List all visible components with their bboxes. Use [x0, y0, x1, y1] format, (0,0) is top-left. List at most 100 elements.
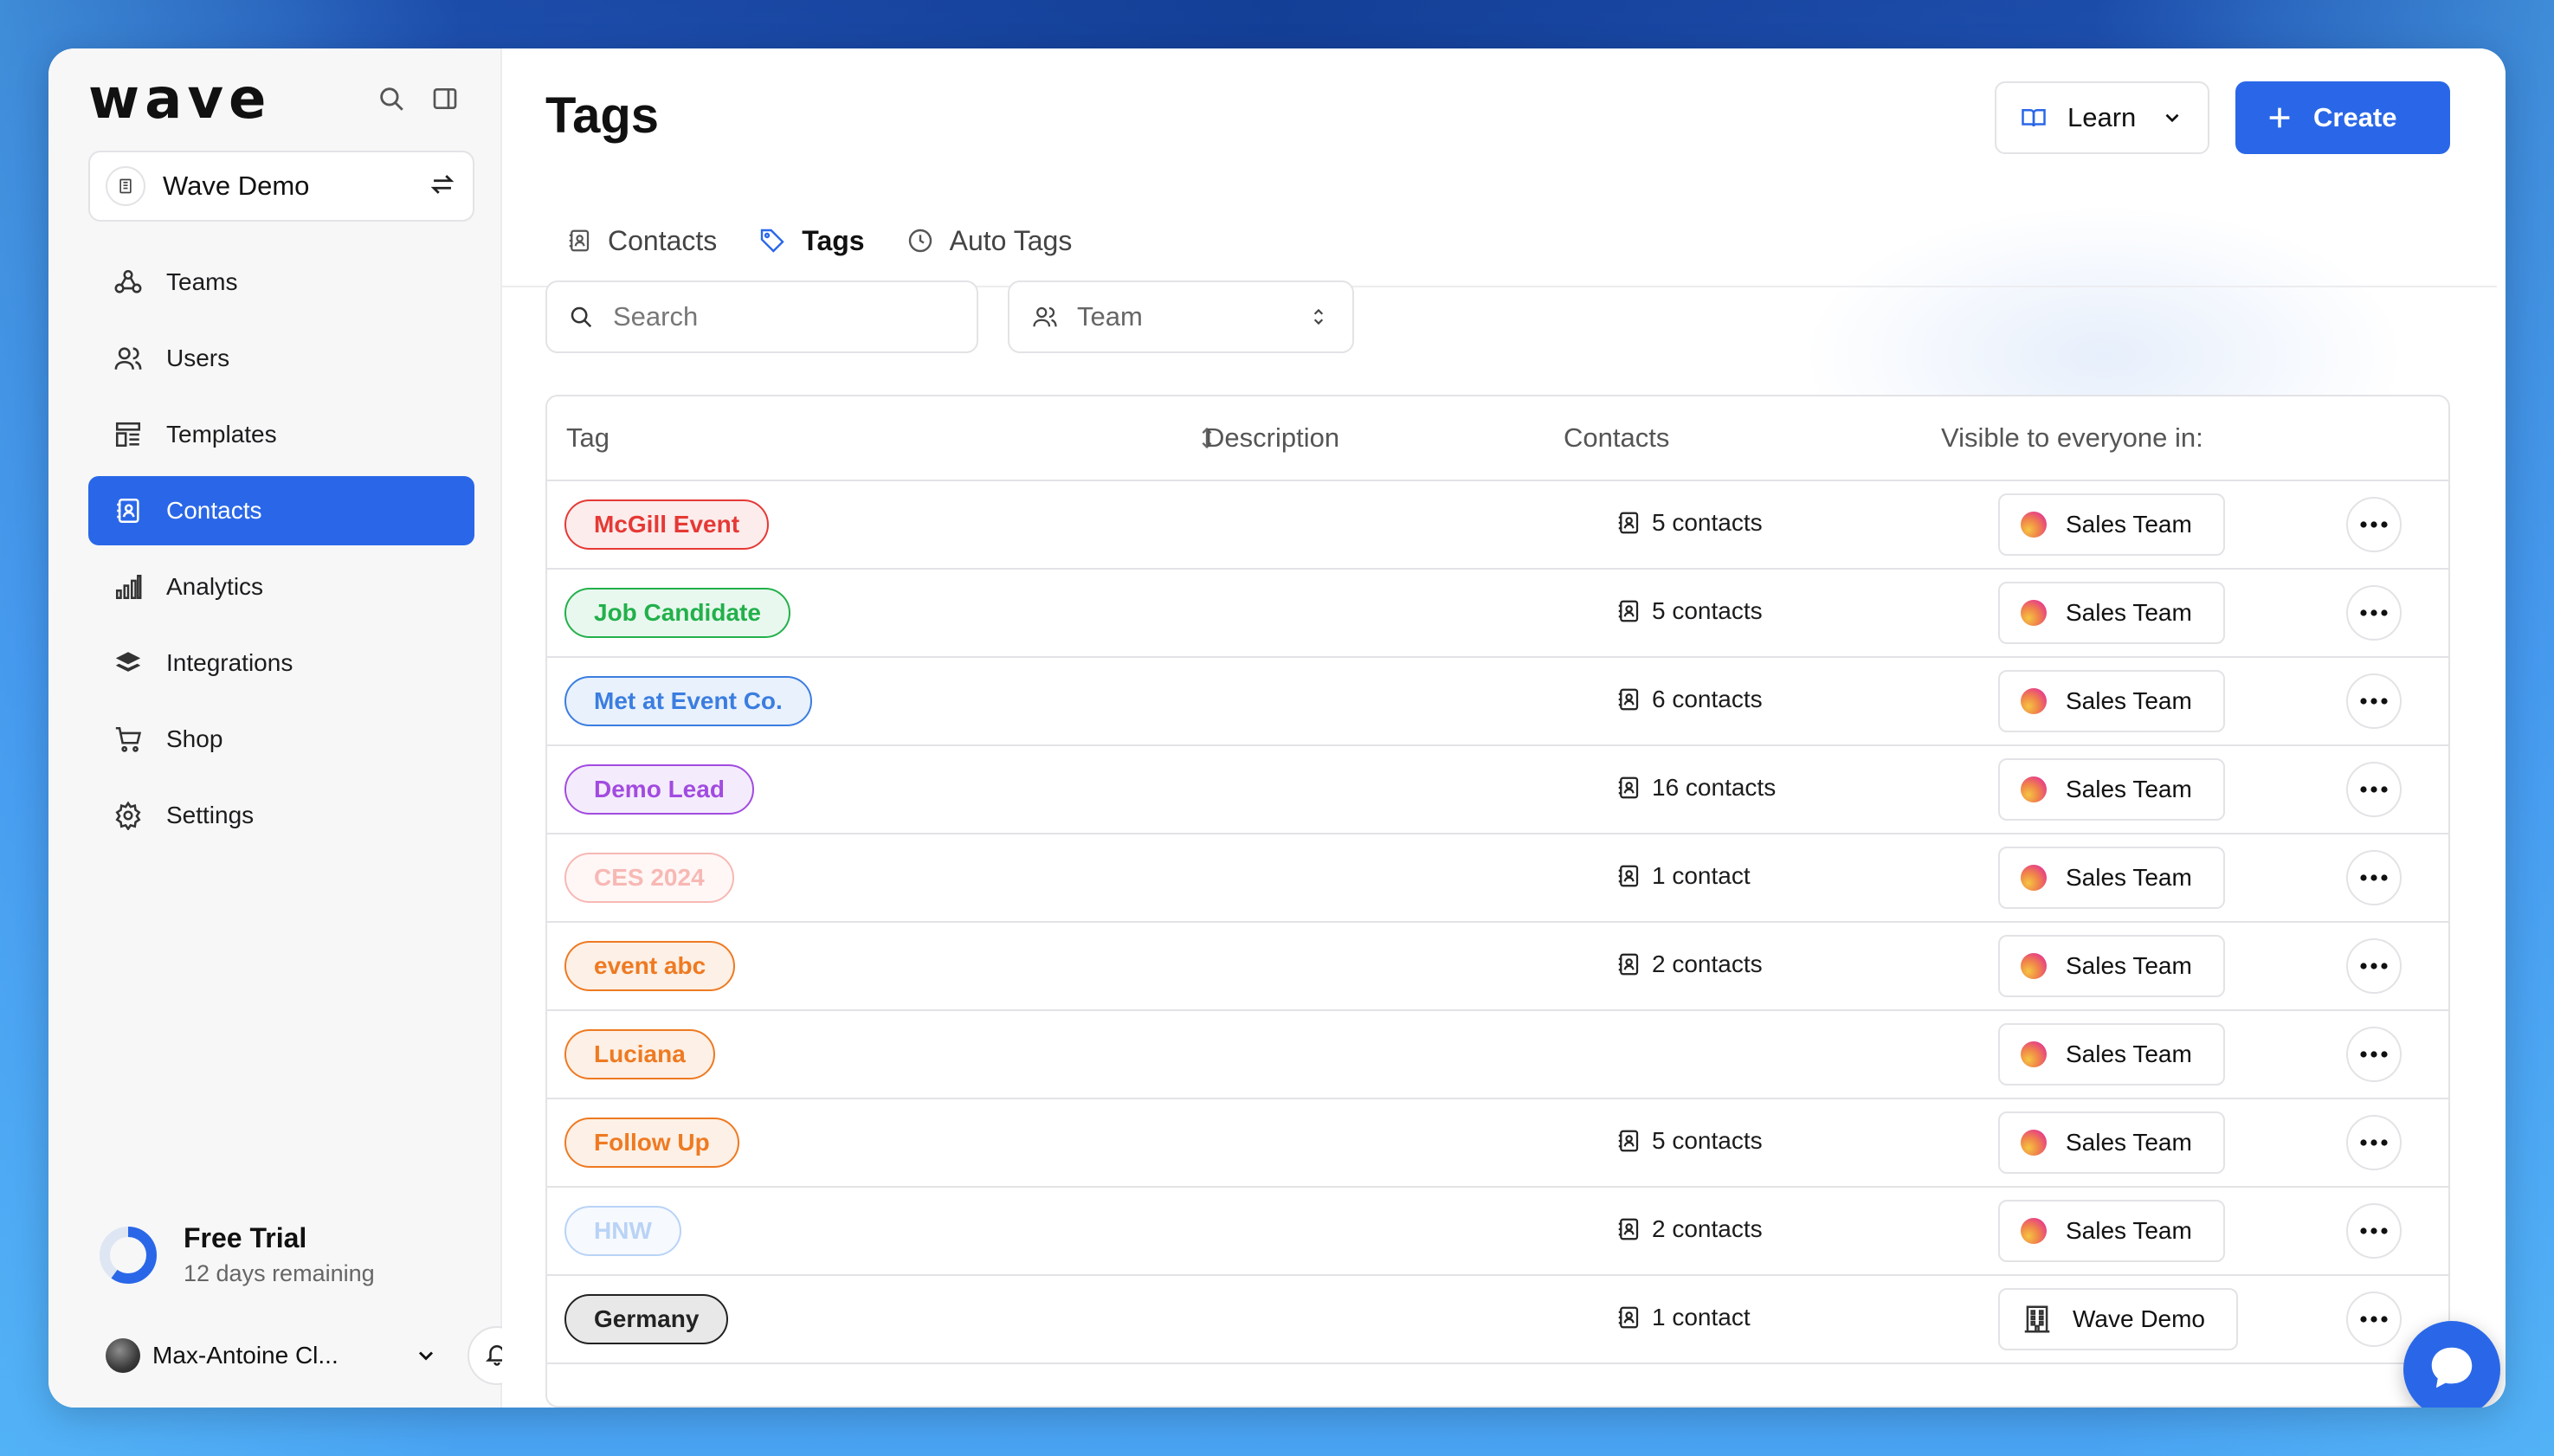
create-button[interactable]: Create [2235, 81, 2450, 154]
visibility-pill[interactable]: Sales Team [1998, 758, 2225, 821]
team-filter-select[interactable]: Team [1008, 280, 1354, 353]
search-input[interactable]: Search [545, 280, 978, 353]
table-row[interactable]: Follow Up 5 contacts Sales Team [547, 1099, 2448, 1188]
visibility-pill[interactable]: Sales Team [1998, 670, 2225, 732]
more-options-button[interactable] [2346, 497, 2402, 552]
table-row[interactable]: Met at Event Co. 6 contacts Sales Team [547, 658, 2448, 746]
tag-pill[interactable]: Follow Up [564, 1118, 739, 1168]
chevron-down-icon [2161, 106, 2183, 129]
sidebar-item-contacts[interactable]: Contacts [88, 476, 474, 545]
more-icon [2360, 1316, 2388, 1323]
sidebar-item-teams[interactable]: Teams [88, 248, 474, 317]
tag-icon [758, 227, 786, 254]
team-placeholder: Team [1077, 301, 1143, 332]
visibility-pill[interactable]: Sales Team [1998, 847, 2225, 909]
more-options-button[interactable] [2346, 762, 2402, 817]
contacts-count[interactable]: 16 contacts [1616, 774, 1776, 802]
more-options-button[interactable] [2346, 1292, 2402, 1347]
learn-button[interactable]: Learn [1995, 81, 2209, 154]
contacts-icon [1616, 598, 1641, 624]
sidebar-item-label: Analytics [166, 573, 264, 600]
sidebar-item-shop[interactable]: Shop [88, 705, 474, 774]
more-icon [2360, 963, 2388, 970]
contacts-count[interactable]: 5 contacts [1616, 597, 1763, 625]
clock-icon [906, 227, 934, 254]
table-row[interactable]: Germany 1 contact Wave Demo [547, 1276, 2448, 1364]
visibility-pill[interactable]: Sales Team [1998, 493, 2225, 556]
visibility-pill[interactable]: Wave Demo [1998, 1288, 2239, 1350]
contacts-count[interactable]: 5 contacts [1616, 1127, 1763, 1155]
switch-arrows-icon [428, 170, 457, 203]
sidebar-toggle-icon[interactable] [426, 80, 464, 118]
team-avatar [2021, 600, 2047, 626]
more-options-button[interactable] [2346, 938, 2402, 994]
contacts-count[interactable]: 6 contacts [1616, 686, 1763, 713]
tag-pill[interactable]: Demo Lead [564, 764, 754, 815]
table-row[interactable]: Job Candidate 5 contacts Sales Team [547, 570, 2448, 658]
tab-tags[interactable]: Tags [738, 196, 886, 286]
contacts-count[interactable]: 2 contacts [1616, 1215, 1763, 1243]
sidebar-item-settings[interactable]: Settings [88, 781, 474, 850]
more-options-button[interactable] [2346, 1115, 2402, 1170]
contacts-count[interactable]: 1 contact [1616, 1304, 1751, 1331]
sidebar-item-integrations[interactable]: Integrations [88, 628, 474, 698]
more-options-button[interactable] [2346, 1203, 2402, 1259]
free-trial-status[interactable]: Free Trial 12 days remaining [97, 1217, 478, 1295]
sidebar-item-label: Teams [166, 268, 238, 295]
tag-pill[interactable]: CES 2024 [564, 853, 734, 903]
table-body: McGill Event 5 contacts Sales Team Job Cand… [547, 481, 2448, 1364]
sidebar-item-users[interactable]: Users [88, 324, 474, 393]
visibility-label: Sales Team [2066, 1217, 2192, 1244]
tag-pill[interactable]: Germany [564, 1294, 729, 1344]
table-row[interactable]: HNW 2 contacts Sales Team [547, 1188, 2448, 1276]
tab-contacts[interactable]: Contacts [545, 196, 738, 286]
more-options-button[interactable] [2346, 850, 2402, 905]
chat-support-button[interactable] [2403, 1321, 2500, 1408]
sidebar-nav: Teams Users Templates Contacts Analytics… [88, 248, 474, 857]
sidebar-item-templates[interactable]: Templates [88, 400, 474, 469]
avatar [106, 1338, 140, 1373]
tab-label: Tags [802, 224, 865, 256]
contacts-count[interactable]: 2 contacts [1616, 950, 1763, 978]
column-header-visibility: Visible to everyone in: [1941, 422, 2203, 453]
visibility-pill[interactable]: Sales Team [1998, 1200, 2225, 1262]
table-row[interactable]: Demo Lead 16 contacts Sales Team [547, 746, 2448, 834]
more-options-button[interactable] [2346, 585, 2402, 641]
more-options-button[interactable] [2346, 1027, 2402, 1082]
more-options-button[interactable] [2346, 673, 2402, 729]
column-header-tag[interactable]: Tag [566, 422, 609, 454]
tag-pill[interactable]: HNW [564, 1206, 681, 1256]
visibility-label: Sales Team [2066, 1129, 2192, 1156]
table-row[interactable]: Luciana Sales Team [547, 1011, 2448, 1099]
table-row[interactable]: event abc 2 contacts Sales Team [547, 923, 2448, 1011]
table-row[interactable]: CES 2024 1 contact Sales Team [547, 834, 2448, 923]
tag-pill[interactable]: Job Candidate [564, 588, 790, 638]
search-icon[interactable] [372, 80, 410, 118]
visibility-pill[interactable]: Sales Team [1998, 1023, 2225, 1086]
sidebar-item-analytics[interactable]: Analytics [88, 552, 474, 622]
trial-progress-ring [100, 1227, 157, 1284]
tag-pill[interactable]: McGill Event [564, 499, 770, 550]
integrations-icon [111, 646, 145, 680]
tab-auto-tags[interactable]: Auto Tags [886, 196, 1093, 286]
team-avatar [2021, 776, 2047, 802]
tag-pill[interactable]: Met at Event Co. [564, 676, 812, 726]
tag-pill[interactable]: Luciana [564, 1029, 715, 1079]
workspace-switcher[interactable]: Wave Demo [88, 151, 474, 222]
templates-icon [111, 417, 145, 452]
sidebar-item-label: Contacts [166, 497, 262, 524]
visibility-label: Sales Team [2066, 511, 2192, 538]
visibility-pill[interactable]: Sales Team [1998, 1111, 2225, 1174]
more-icon [2360, 698, 2388, 705]
contacts-icon [1616, 1216, 1641, 1242]
contacts-icon [1616, 1305, 1641, 1330]
contacts-count[interactable]: 5 contacts [1616, 509, 1763, 537]
table-row[interactable]: McGill Event 5 contacts Sales Team [547, 481, 2448, 570]
user-menu[interactable]: Max-Antoine Cl... [106, 1321, 526, 1390]
contacts-count[interactable]: 1 contact [1616, 862, 1751, 890]
contacts-count-label: 2 contacts [1652, 1215, 1763, 1242]
tag-pill[interactable]: event abc [564, 941, 736, 991]
visibility-pill[interactable]: Sales Team [1998, 935, 2225, 997]
visibility-pill[interactable]: Sales Team [1998, 582, 2225, 644]
visibility-label: Sales Team [2066, 864, 2192, 891]
